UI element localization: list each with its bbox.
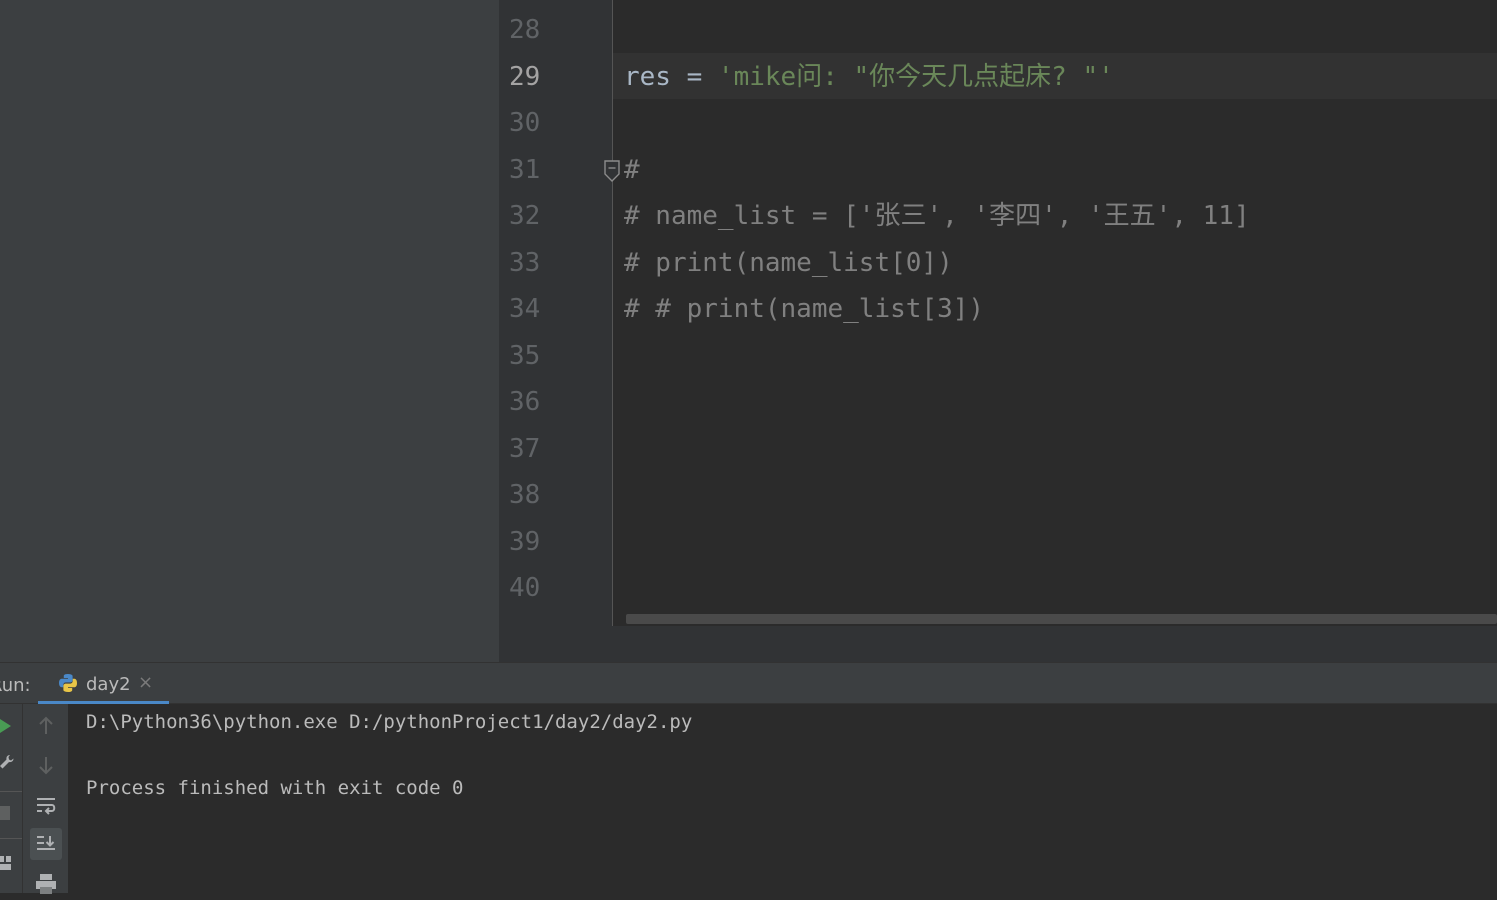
editor-footer (499, 626, 1497, 662)
run-icon[interactable] (0, 718, 12, 734)
toolbar-divider (0, 838, 22, 839)
line-number: 28 (509, 15, 541, 45)
line-number: 38 (509, 480, 541, 510)
line-number: 34 (509, 294, 541, 324)
wrench-icon[interactable] (0, 754, 14, 772)
line-number: 37 (509, 434, 541, 464)
line-number: 31 (509, 155, 541, 185)
run-toolbar-primary (0, 704, 22, 893)
stop-icon[interactable] (0, 806, 10, 820)
code-line-32[interactable]: # name_list = ['张三', '李四', '王五', 11] (624, 193, 1250, 239)
project-panel (0, 0, 499, 662)
scroll-to-end-icon[interactable] (30, 828, 62, 860)
code-line-33[interactable]: # print(name_list[0]) (624, 240, 953, 286)
gutter-separator (612, 0, 613, 626)
soft-wrap-icon[interactable] (30, 790, 62, 822)
code-editor[interactable]: 28 29 30 31 32 33 34 35 36 37 38 39 40 r… (499, 0, 1497, 662)
fold-icon[interactable] (604, 160, 620, 182)
line-number: 32 (509, 201, 541, 231)
code-string-literal: 'mike问: "你今天几点起床? "' (717, 62, 1114, 92)
python-file-icon (59, 674, 77, 692)
line-number: 36 (509, 387, 541, 417)
scroll-up-icon[interactable] (30, 710, 62, 742)
line-number: 35 (509, 341, 541, 371)
line-number-current: 29 (509, 62, 541, 92)
line-number: 39 (509, 527, 541, 557)
layout-icon[interactable] (0, 854, 12, 872)
code-line-29[interactable]: res = 'mike问: "你今天几点起床? "' (624, 54, 1114, 100)
run-label: Run: (0, 675, 31, 696)
line-number: 30 (509, 108, 541, 138)
print-icon[interactable] (30, 868, 62, 900)
code-line-34[interactable]: # # print(name_list[3]) (624, 286, 984, 332)
line-number: 40 (509, 573, 541, 603)
run-tab-day2[interactable]: day2 × (38, 663, 169, 704)
code-line-31[interactable]: # (624, 147, 640, 193)
run-toolbar-secondary (22, 704, 68, 894)
run-tool-window-header: Run: day2 × (0, 662, 1497, 704)
scroll-down-icon[interactable] (30, 749, 62, 781)
toolbar-divider (0, 791, 22, 792)
close-icon[interactable]: × (138, 672, 153, 693)
console-command-line: D:\Python36\python.exe D:/pythonProject1… (86, 711, 693, 733)
run-tab-title: day2 (86, 674, 131, 695)
code-assignment: res = (624, 62, 718, 92)
console-output[interactable]: D:\Python36\python.exe D:/pythonProject1… (68, 704, 1497, 893)
line-number: 33 (509, 248, 541, 278)
line-number-gutter: 28 29 30 31 32 33 34 35 36 37 38 39 40 (499, 0, 613, 626)
console-exit-message: Process finished with exit code 0 (86, 777, 464, 799)
horizontal-scrollbar-thumb[interactable] (626, 614, 1497, 624)
